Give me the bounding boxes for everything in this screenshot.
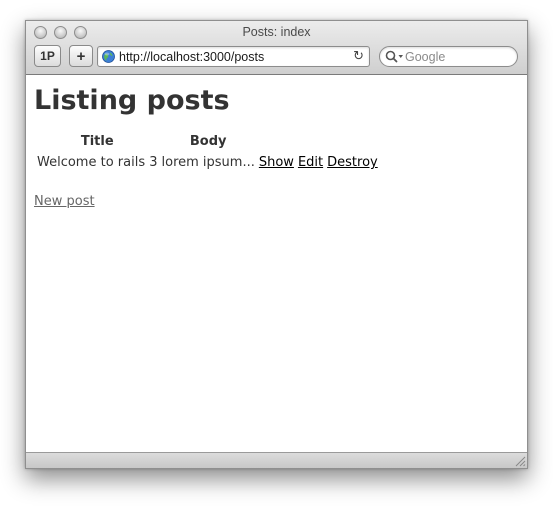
- post-body-cell: lorem ipsum...: [161, 155, 255, 170]
- column-header-body: Body: [189, 134, 227, 149]
- globe-icon: [102, 50, 115, 63]
- edit-link[interactable]: Edit: [298, 155, 323, 170]
- resize-grip-icon[interactable]: [514, 455, 526, 467]
- window-title: Posts: index: [242, 25, 311, 39]
- search-field[interactable]: [379, 46, 518, 67]
- destroy-cell: Destroy: [326, 153, 379, 172]
- page-title: Listing posts: [34, 85, 230, 116]
- column-header-empty: [258, 132, 295, 151]
- onepassword-button[interactable]: 1P: [34, 45, 61, 67]
- address-bar[interactable]: http://localhost:3000/posts ↻: [97, 46, 370, 67]
- column-header-empty: [297, 132, 324, 151]
- titlebar: Posts: index 1P + http://localhost:3000/…: [26, 21, 527, 75]
- reload-icon[interactable]: ↻: [353, 49, 364, 65]
- table-row: Welcome to rails 3 lorem ipsum... Show E…: [36, 153, 379, 172]
- show-link[interactable]: Show: [259, 155, 294, 170]
- add-tab-button[interactable]: +: [69, 45, 93, 67]
- column-header-empty: [326, 132, 379, 151]
- search-icon: [385, 50, 403, 63]
- destroy-link[interactable]: Destroy: [327, 155, 378, 170]
- page-content: Listing posts Title Body Welcome to rail…: [26, 75, 527, 452]
- show-cell: Show: [258, 153, 295, 172]
- column-header-title: Title: [80, 134, 114, 149]
- posts-table: Title Body Welcome to rails 3 lorem ipsu…: [34, 130, 381, 174]
- new-post-link[interactable]: New post: [34, 194, 95, 209]
- browser-window: Posts: index 1P + http://localhost:3000/…: [25, 20, 528, 469]
- url-text: http://localhost:3000/posts: [119, 50, 265, 64]
- edit-cell: Edit: [297, 153, 324, 172]
- search-input[interactable]: [405, 48, 510, 65]
- table-header-row: Title Body: [36, 132, 379, 151]
- post-title-cell: Welcome to rails 3: [37, 155, 158, 170]
- status-bar: [26, 452, 527, 468]
